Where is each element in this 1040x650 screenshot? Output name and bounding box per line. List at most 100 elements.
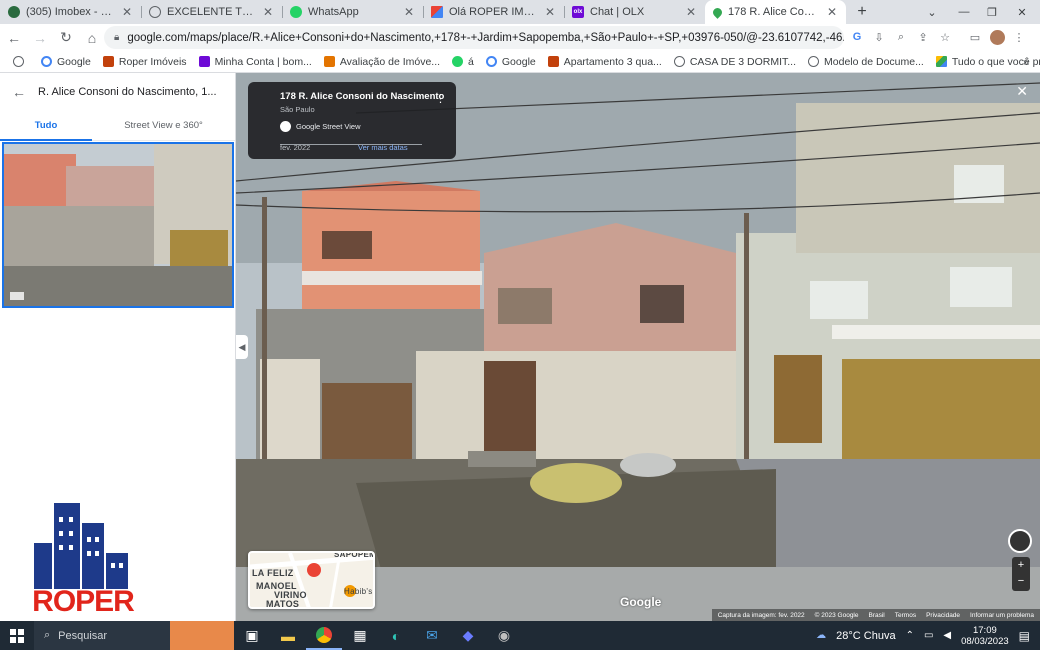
- speaker-icon[interactable]: ◀: [943, 630, 951, 641]
- minimap-label: SAPOPEM: [334, 551, 375, 559]
- mail-icon[interactable]: ✉: [414, 621, 450, 650]
- bookmark-globe[interactable]: [8, 52, 34, 72]
- reload-icon[interactable]: ↻: [54, 26, 78, 50]
- sv-city: São Paulo: [280, 105, 315, 114]
- sv-address: 178 R. Alice Consoni do Nascimento: [280, 91, 445, 102]
- bookmarks-overflow-icon[interactable]: »: [1018, 52, 1034, 72]
- taskbar-search-box[interactable]: ⌕ Pesquisar: [34, 621, 234, 650]
- weather-text[interactable]: 28°C Chuva: [836, 630, 895, 642]
- olx-icon: [198, 56, 210, 67]
- notifications-icon[interactable]: ▤: [1019, 629, 1030, 643]
- compass-icon[interactable]: [1008, 529, 1032, 553]
- minimap-label: Habib's: [344, 587, 373, 596]
- browser-tab-strip: (305) Imobex - Sua imobiliária ✕ EXCELEN…: [0, 0, 1040, 24]
- close-icon[interactable]: ✕: [262, 5, 274, 19]
- address-bar[interactable]: 🔒︎ google.com/maps/place/R.+Alice+Conson…: [104, 26, 844, 49]
- microsoft-store-icon[interactable]: ▦: [342, 621, 378, 650]
- collapse-panel-icon[interactable]: ◀: [236, 335, 248, 359]
- house-icon: [323, 56, 335, 67]
- lock-icon[interactable]: 🔒︎: [114, 32, 119, 43]
- network-icon[interactable]: ▭: [924, 630, 933, 641]
- url-text: google.com/maps/place/R.+Alice+Consoni+d…: [127, 31, 844, 44]
- maps-side-panel: ← R. Alice Consoni do Nascimento, 1... T…: [0, 73, 236, 621]
- google-lens-icon[interactable]: G: [846, 26, 868, 48]
- search-highlight-image: [170, 621, 234, 650]
- street-view-canvas[interactable]: 178 R. Alice Consoni do Nascimento São P…: [236, 73, 1040, 621]
- bookmark-modelo[interactable]: Modelo de Docume...: [803, 52, 929, 72]
- zoom-out-button[interactable]: −: [1012, 573, 1030, 589]
- tab-olx-chat[interactable]: olx Chat | OLX ✕: [564, 0, 705, 24]
- window-close-icon[interactable]: ✕: [1006, 0, 1038, 24]
- whatsapp-icon: [290, 6, 302, 18]
- task-view-icon[interactable]: ▣: [234, 621, 270, 650]
- tab-street-view[interactable]: Street View e 360°: [92, 111, 235, 141]
- search-icon: ⌕: [44, 629, 51, 641]
- whatsapp-icon: [452, 56, 464, 67]
- tab-whatsapp[interactable]: WhatsApp ✕: [282, 0, 423, 24]
- bookmark-roper[interactable]: Roper Imóveis: [98, 52, 192, 72]
- windows-start-icon[interactable]: [0, 621, 34, 650]
- restore-icon[interactable]: ❐: [976, 0, 1008, 24]
- zoom-control[interactable]: + −: [1012, 557, 1030, 591]
- app-icon[interactable]: ◆: [450, 621, 486, 650]
- tray-overflow-icon[interactable]: ⌃: [906, 630, 914, 641]
- close-icon[interactable]: ✕: [826, 5, 838, 19]
- sv-date: fev. 2022: [280, 143, 311, 152]
- file-explorer-icon[interactable]: ▬: [270, 621, 306, 650]
- tab-imobex[interactable]: (305) Imobex - Sua imobiliária ✕: [0, 0, 141, 24]
- imobex-icon: [8, 6, 20, 18]
- globe-icon: [13, 56, 24, 67]
- close-icon[interactable]: ✕: [121, 5, 133, 19]
- forward-icon[interactable]: →: [28, 26, 52, 50]
- close-street-view-icon[interactable]: ✕: [1016, 83, 1028, 100]
- back-arrow-icon[interactable]: ←: [12, 84, 26, 100]
- kebab-menu-icon[interactable]: ⋮: [435, 92, 446, 105]
- bookmark-google-2[interactable]: Google: [481, 52, 541, 72]
- windows-taskbar: ⌕ Pesquisar ▣ ▬ ▦ ◐ ✉ ◆ ◉ ☁ 28°C Chuva ⌃…: [0, 621, 1040, 650]
- olx-icon: olx: [572, 6, 584, 18]
- bookmark-avaliacao[interactable]: Avaliação de Imóve...: [319, 52, 445, 72]
- browser-toolbar: ← → ↻ ⌂ 🔒︎ google.com/maps/place/R.+Alic…: [0, 24, 1040, 51]
- tab-terreno[interactable]: EXCELENTE TERRENO DE ✕: [141, 0, 282, 24]
- close-icon[interactable]: ✕: [685, 5, 697, 19]
- close-icon[interactable]: ✕: [544, 5, 556, 19]
- mini-map[interactable]: SAPOPEM LA FELIZ MANOEL VIRINO MATOS Hab…: [248, 551, 375, 609]
- street-view-thumbnail[interactable]: [2, 142, 234, 308]
- weather-icon[interactable]: ☁: [816, 630, 826, 641]
- side-panel-icon[interactable]: ▭: [964, 26, 986, 48]
- google-icon: [485, 56, 497, 67]
- bookmark-google[interactable]: Google: [36, 52, 96, 72]
- roper-icon: [547, 56, 559, 67]
- street-view-info-card: 178 R. Alice Consoni do Nascimento São P…: [248, 82, 456, 159]
- share-icon[interactable]: ⇪: [912, 26, 934, 48]
- kebab-menu-icon[interactable]: ⋮: [1008, 26, 1030, 48]
- install-app-icon[interactable]: ⇩: [868, 26, 890, 48]
- home-icon[interactable]: ⌂: [80, 26, 104, 50]
- drive-icon: [935, 56, 947, 67]
- bookmark-whatsapp[interactable]: á: [447, 52, 479, 72]
- roper-icon: [102, 56, 114, 67]
- profile-avatar[interactable]: [986, 26, 1008, 48]
- clock[interactable]: 17:09 08/03/2023: [961, 625, 1009, 647]
- tab-google-maps[interactable]: 178 R. Alice Consoni do N ✕: [705, 0, 846, 24]
- zoom-in-button[interactable]: +: [1012, 557, 1030, 573]
- app-icon-2[interactable]: ◉: [486, 621, 522, 650]
- chrome-icon[interactable]: [306, 621, 342, 650]
- globe-icon: [673, 56, 685, 67]
- close-icon[interactable]: ✕: [403, 5, 415, 19]
- edge-icon[interactable]: ◐: [378, 621, 414, 650]
- zoom-icon[interactable]: ⌕: [890, 26, 912, 48]
- bookmark-star-icon[interactable]: ☆: [934, 26, 956, 48]
- thumbnail-image: [4, 144, 232, 306]
- window-menu-icon[interactable]: ⌄: [916, 0, 948, 24]
- see-more-dates-link[interactable]: Ver mais datas: [358, 143, 408, 152]
- tab-gmail[interactable]: Olá ROPER IMOVEIS, voc ✕: [423, 0, 564, 24]
- bookmark-casa[interactable]: CASA DE 3 DORMIT...: [669, 52, 801, 72]
- roper-logo: ROPER: [28, 503, 138, 621]
- bookmark-olx[interactable]: Minha Conta | bom...: [194, 52, 317, 72]
- bookmark-apartamento[interactable]: Apartamento 3 qua...: [543, 52, 667, 72]
- new-tab-button[interactable]: +: [850, 0, 874, 24]
- minimap-label: LA FELIZ: [252, 568, 294, 578]
- back-icon[interactable]: ←: [2, 26, 26, 50]
- tab-all-photos[interactable]: Tudo: [0, 111, 92, 141]
